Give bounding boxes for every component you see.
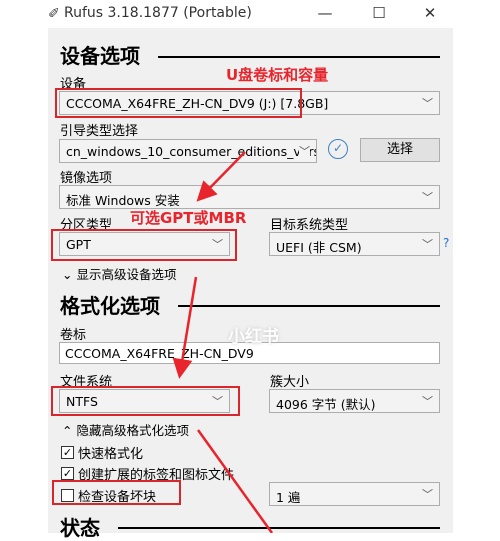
arrow-to-status — [196, 429, 274, 533]
arrow-to-file-system — [172, 276, 198, 379]
annotation-arrows — [172, 151, 274, 533]
watermark: 小红书 — [228, 327, 279, 347]
arrow-to-image-option — [196, 151, 246, 202]
